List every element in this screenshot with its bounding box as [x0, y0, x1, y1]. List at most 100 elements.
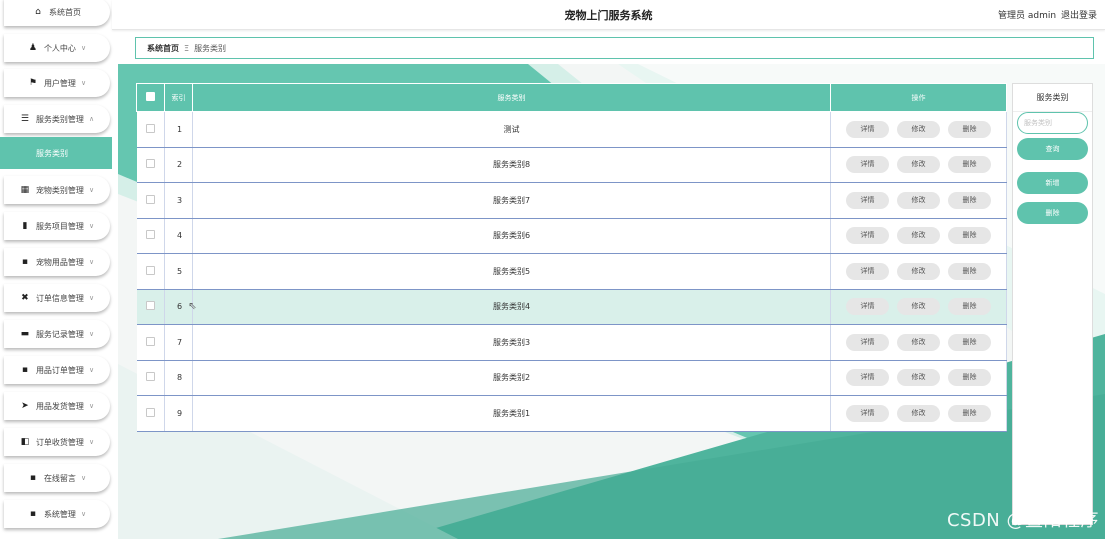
row-checkbox[interactable]	[145, 336, 155, 346]
sidebar-subitem-service-category[interactable]: 服务类别	[0, 137, 112, 169]
row-checkbox[interactable]	[145, 301, 155, 311]
detail-button[interactable]: 详情	[846, 298, 889, 316]
send-icon: ➤	[21, 401, 29, 411]
chevron-up-icon: ∧	[88, 115, 95, 123]
sidebar-item-supplies-shipping-management[interactable]: ➤ 用品发货管理 ∨	[4, 392, 110, 420]
delete-button[interactable]: 删除	[948, 191, 991, 209]
row-checkbox[interactable]	[145, 123, 155, 133]
delete-button[interactable]: 删除	[948, 298, 991, 316]
sidebar-item-system-management[interactable]: ▪ 系统管理 ∨	[4, 500, 110, 528]
detail-button[interactable]: 详情	[846, 369, 889, 387]
table-row: 1 测试 详情 修改 删除	[136, 111, 1007, 148]
table-row: 7 服务类别3 详情 修改 删除	[136, 324, 1007, 361]
watermark: CSDN @暨阳程序	[946, 510, 1099, 531]
breadcrumb-current: 服务类别	[194, 43, 227, 53]
select-all-cell	[136, 83, 165, 112]
detail-button[interactable]: 详情	[846, 227, 889, 245]
table-row: 2 服务类别8 详情 修改 删除	[136, 147, 1007, 183]
delete-button[interactable]: 删除	[948, 120, 991, 138]
sidebar-item-label: 个人中心	[43, 43, 76, 53]
edit-button[interactable]: 修改	[897, 262, 940, 280]
breadcrumb-separator-icon: Ξ	[184, 43, 190, 53]
detail-button[interactable]: 详情	[846, 191, 889, 209]
row-checkbox[interactable]	[145, 372, 155, 382]
row-name: 服务类别7	[192, 182, 831, 219]
row-checkbox[interactable]	[145, 265, 155, 275]
sidebar-item-service-record-management[interactable]: ▬ 服务记录管理 ∨	[4, 320, 110, 348]
sidebar-item-label: 订单信息管理	[35, 293, 84, 303]
sidebar-item-label: 系统首页	[49, 7, 81, 17]
detail-button[interactable]: 详情	[846, 120, 889, 138]
row-actions: 详情 修改 删除	[830, 111, 1007, 148]
table-row: 8 服务类别2 详情 修改 删除	[136, 360, 1007, 396]
edit-button[interactable]: 修改	[897, 404, 940, 422]
service-category-search-input[interactable]	[1017, 112, 1088, 134]
row-checkbox-cell	[136, 182, 165, 219]
sidebar-item-home[interactable]: ⌂ 系统首页	[4, 0, 110, 26]
row-checkbox[interactable]	[145, 159, 155, 169]
sidebar-item-pet-supplies-management[interactable]: ▪ 宠物用品管理 ∨	[4, 248, 110, 276]
chevron-down-icon: ∨	[88, 330, 95, 338]
query-button[interactable]: 查询	[1017, 138, 1088, 160]
add-button[interactable]: 新增	[1017, 172, 1088, 194]
sidebar-item-label: 服务项目管理	[35, 221, 84, 231]
delete-button[interactable]: 删除	[948, 404, 991, 422]
detail-button[interactable]: 详情	[846, 262, 889, 280]
sidebar-item-personal-center[interactable]: ♟ 个人中心 ∨	[4, 34, 110, 62]
row-actions: 详情 修改 删除	[830, 360, 1007, 396]
delete-button[interactable]: 删除	[948, 262, 991, 280]
detail-button[interactable]: 详情	[846, 156, 889, 174]
breadcrumb-home[interactable]: 系统首页	[147, 43, 179, 54]
row-checkbox[interactable]	[145, 194, 155, 204]
edit-button[interactable]: 修改	[897, 298, 940, 316]
edit-button[interactable]: 修改	[897, 227, 940, 245]
row-checkbox-cell	[136, 218, 165, 254]
row-checkbox-cell	[136, 360, 165, 396]
row-actions: 详情 修改 删除	[830, 324, 1007, 361]
logout-link[interactable]: 退出登录	[1061, 11, 1097, 21]
delete-button[interactable]: 删除	[948, 156, 991, 174]
chevron-down-icon: ∨	[88, 222, 95, 230]
sidebar-item-pet-category-management[interactable]: ▦ 宠物类别管理 ∨	[4, 176, 110, 204]
sidebar-item-user-management[interactable]: ⚑ 用户管理 ∨	[4, 69, 110, 97]
user-icon: ♟	[28, 43, 37, 53]
sidebar-item-label: 订单收货管理	[35, 437, 84, 447]
batch-delete-button[interactable]: 删除	[1017, 202, 1088, 224]
column-header-actions: 操作	[830, 83, 1007, 112]
table-row-hovered: 6 ⇖ 服务类别4 详情 修改 删除	[136, 289, 1007, 325]
chevron-down-icon: ∨	[80, 79, 87, 87]
sidebar-item-service-project-management[interactable]: ▮ 服务项目管理 ∨	[4, 212, 110, 240]
sidebar-item-online-message[interactable]: ▪ 在线留言 ∨	[4, 464, 110, 492]
row-index: 8	[164, 360, 193, 396]
delete-button[interactable]: 删除	[948, 369, 991, 387]
grid-icon: ▪	[29, 509, 36, 519]
detail-button[interactable]: 详情	[846, 404, 889, 422]
select-all-checkbox[interactable]	[146, 92, 155, 101]
edit-button[interactable]: 修改	[897, 156, 940, 174]
row-checkbox[interactable]	[145, 407, 155, 417]
edit-button[interactable]: 修改	[897, 120, 940, 138]
table-row: 5 服务类别5 详情 修改 删除	[136, 253, 1007, 290]
delete-button[interactable]: 删除	[948, 333, 991, 351]
sidebar-item-order-receipt-management[interactable]: ◧ 订单收货管理 ∨	[4, 428, 110, 456]
grid-icon: ▪	[29, 473, 36, 483]
message-icon: ▬	[20, 329, 30, 339]
row-index: 5	[164, 253, 193, 290]
sidebar-item-service-category-management[interactable]: ☰ 服务类别管理 ∧	[4, 105, 110, 133]
sidebar-item-label: 服务记录管理	[35, 329, 84, 339]
row-name: 服务类别2	[192, 360, 831, 396]
user-label: 管理员 admin	[998, 11, 1057, 21]
edit-button[interactable]: 修改	[897, 191, 940, 209]
row-actions: 详情 修改 删除	[830, 395, 1007, 432]
delete-button[interactable]: 删除	[948, 227, 991, 245]
box-icon: ◧	[20, 437, 30, 447]
detail-button[interactable]: 详情	[846, 333, 889, 351]
sidebar-item-supplies-order-management[interactable]: ▪ 用品订单管理 ∨	[4, 356, 110, 384]
chevron-down-icon: ∨	[88, 258, 95, 266]
row-checkbox[interactable]	[145, 230, 155, 240]
edit-button[interactable]: 修改	[897, 369, 940, 387]
cursor-icon: ⇖	[188, 301, 197, 313]
edit-button[interactable]: 修改	[897, 333, 940, 351]
sidebar-item-order-info-management[interactable]: ✖ 订单信息管理 ∨	[4, 284, 110, 312]
chevron-down-icon: ∨	[80, 474, 87, 482]
